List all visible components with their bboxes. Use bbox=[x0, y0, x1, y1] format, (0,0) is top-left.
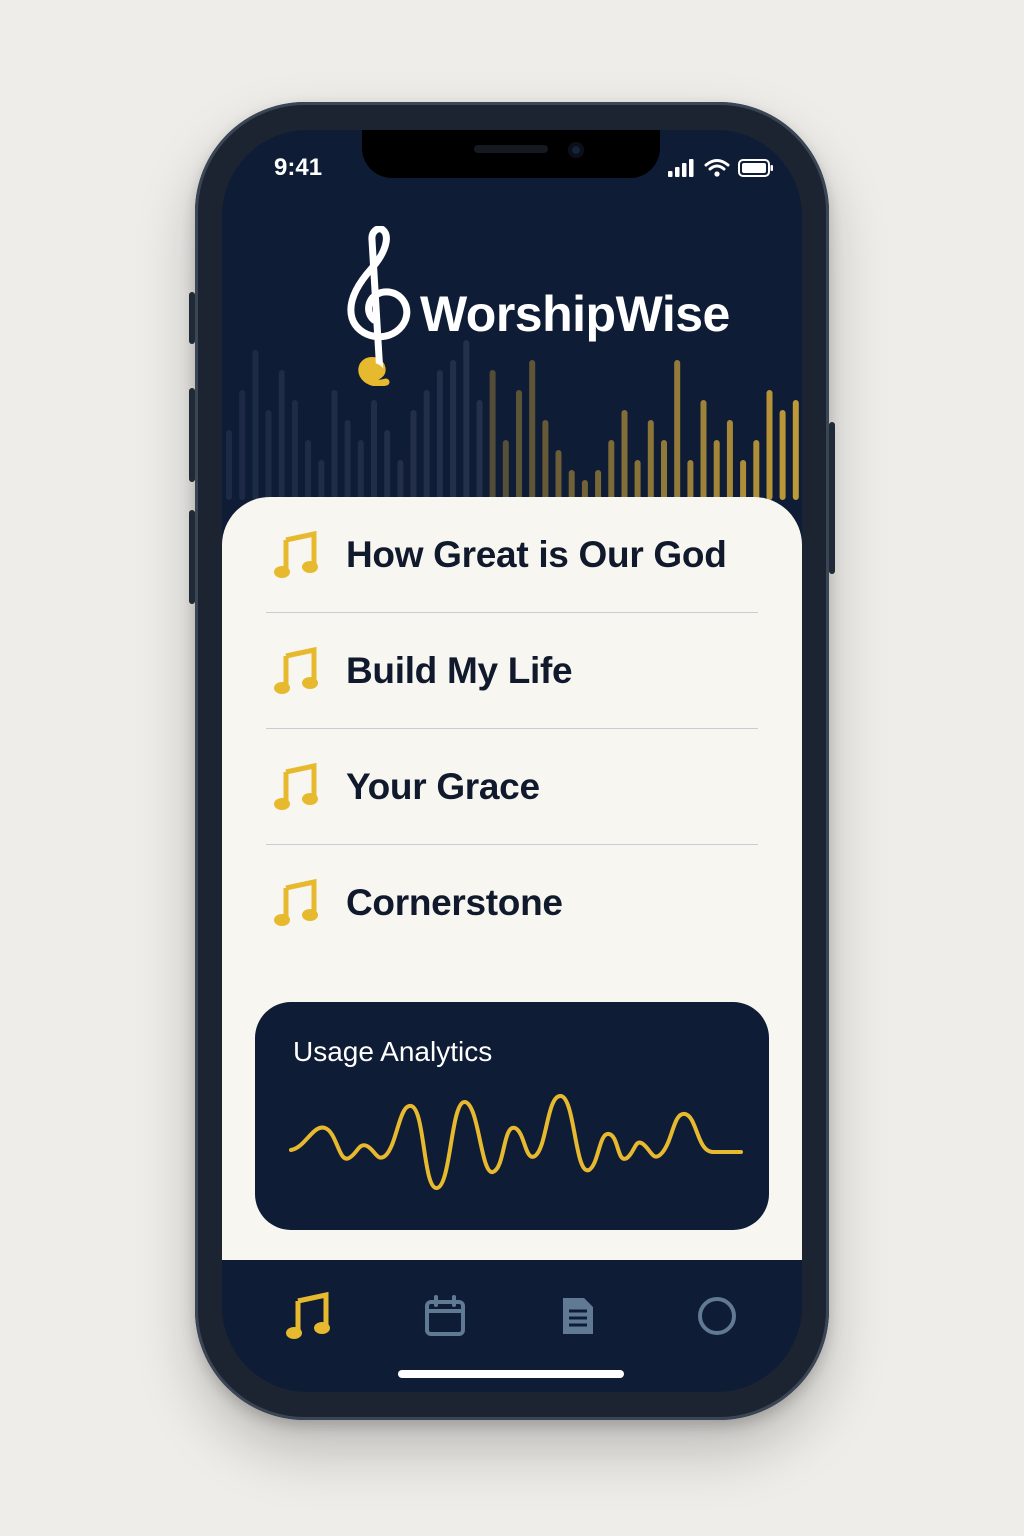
waveform-bar bbox=[792, 400, 799, 500]
waveform-bar bbox=[476, 400, 483, 500]
waveform-bar bbox=[305, 440, 312, 500]
waveform-bar bbox=[331, 390, 338, 500]
waveform-bar bbox=[647, 420, 654, 500]
song-row-your-grace[interactable]: Your Grace bbox=[266, 729, 758, 845]
power-button bbox=[829, 422, 835, 574]
front-camera bbox=[568, 142, 584, 158]
tab-documents[interactable] bbox=[548, 1288, 608, 1348]
notch bbox=[362, 130, 660, 178]
song-row-how-great-is-our-god[interactable]: How Great is Our God bbox=[266, 497, 758, 613]
waveform-bar bbox=[344, 420, 351, 500]
song-title: How Great is Our God bbox=[346, 533, 727, 575]
waveform-bar bbox=[423, 390, 430, 500]
waveform-bar bbox=[502, 440, 509, 500]
waveform-bar bbox=[661, 440, 667, 500]
waveform-bar bbox=[384, 430, 391, 500]
waveform-bar bbox=[226, 430, 232, 500]
waveform-bar bbox=[766, 390, 773, 500]
stage: 9:41 WorshipWise How Great is Our God Bu… bbox=[0, 0, 1024, 1536]
waveform-bar bbox=[634, 460, 641, 500]
song-row-cornerstone[interactable]: Cornerstone bbox=[266, 845, 758, 960]
waveform-bar bbox=[687, 460, 694, 500]
usage-analytics-card[interactable]: Usage Analytics bbox=[255, 1002, 769, 1230]
profile-circle-icon bbox=[696, 1295, 738, 1342]
waveform-bar bbox=[740, 460, 747, 500]
battery-icon bbox=[738, 159, 774, 182]
waveform-bar bbox=[753, 440, 760, 500]
waveform-bar bbox=[265, 410, 272, 500]
waveform-bar bbox=[726, 420, 733, 500]
waveform-bar bbox=[239, 390, 246, 500]
tab-calendar[interactable] bbox=[415, 1288, 475, 1348]
analytics-waveform bbox=[289, 1094, 743, 1190]
waveform-bar bbox=[555, 450, 562, 500]
waveform-bar bbox=[291, 400, 298, 500]
song-list-card: How Great is Our God Build My Life Your … bbox=[222, 497, 802, 1260]
waveform-bar bbox=[371, 400, 377, 500]
home-indicator bbox=[398, 1370, 624, 1378]
status-icons bbox=[668, 158, 774, 183]
waveform-bar bbox=[621, 410, 628, 500]
silent-switch bbox=[189, 292, 195, 344]
speaker-grille bbox=[474, 145, 548, 153]
waveform-bar bbox=[608, 440, 615, 500]
volume-down-button bbox=[189, 510, 195, 604]
music-note-icon bbox=[274, 878, 334, 928]
volume-up-button bbox=[189, 388, 195, 482]
waveform-bar bbox=[357, 440, 364, 500]
waveform-bar bbox=[700, 400, 707, 500]
song-title: Cornerstone bbox=[346, 881, 563, 923]
wifi-icon bbox=[704, 158, 730, 183]
app-logo: WorshipWise bbox=[342, 225, 730, 391]
music-note-icon bbox=[274, 646, 334, 696]
waveform-bar bbox=[779, 410, 786, 500]
music-note-icon bbox=[274, 762, 334, 812]
tab-profile[interactable] bbox=[687, 1288, 747, 1348]
waveform-bar bbox=[542, 420, 549, 500]
waveform-bar bbox=[318, 460, 325, 500]
waveform-bar bbox=[278, 370, 285, 500]
song-list: How Great is Our God Build My Life Your … bbox=[266, 497, 758, 960]
music-note-icon bbox=[286, 1291, 330, 1346]
waveform-bar bbox=[713, 440, 720, 500]
song-title: Build My Life bbox=[346, 649, 573, 691]
calendar-icon bbox=[424, 1294, 466, 1342]
phone-screen: 9:41 WorshipWise How Great is Our God Bu… bbox=[222, 130, 802, 1392]
tab-songs[interactable] bbox=[278, 1288, 338, 1348]
waveform-bar bbox=[568, 470, 575, 500]
waveform-bar bbox=[516, 390, 522, 500]
waveform-bar bbox=[252, 350, 259, 500]
status-time: 9:41 bbox=[274, 154, 323, 181]
waveform-bar bbox=[410, 410, 417, 500]
treble-clef-icon bbox=[342, 225, 414, 391]
music-note-icon bbox=[274, 530, 334, 580]
waveform-bar bbox=[397, 460, 404, 500]
signal-icon bbox=[668, 159, 696, 182]
app-name: WorshipWise bbox=[420, 285, 730, 342]
waveform-bar bbox=[595, 470, 602, 500]
analytics-title: Usage Analytics bbox=[293, 1036, 493, 1067]
song-title: Your Grace bbox=[346, 765, 540, 807]
document-icon bbox=[560, 1295, 596, 1342]
song-row-build-my-life[interactable]: Build My Life bbox=[266, 613, 758, 729]
